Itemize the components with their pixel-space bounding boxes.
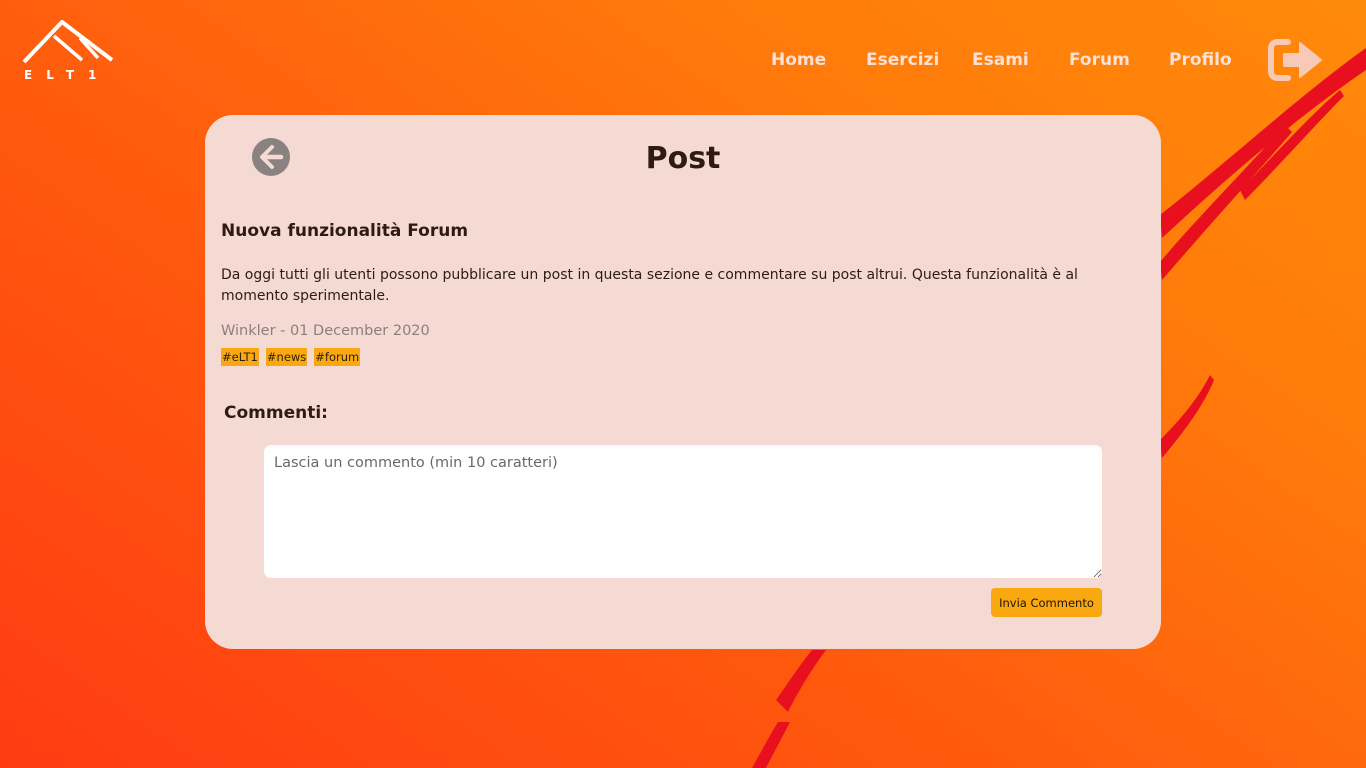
svg-text:ELT1: ELT1 [24,68,110,82]
tag-forum[interactable]: #forum [314,348,361,366]
post-tags: #eLT1 #news #forum [221,348,361,366]
nav-home-link[interactable]: Home [771,50,826,70]
post-card: Post Nuova funzionalità Forum Da oggi tu… [205,115,1161,649]
submit-comment-button[interactable]: Invia Commento [991,588,1102,617]
post-author-date: Winkler - 01 December 2020 [221,323,430,339]
nav-esercizi-link[interactable]: Esercizi [866,50,939,70]
tag-elt1[interactable]: #eLT1 [221,348,259,366]
nav-forum-link[interactable]: Forum [1069,50,1130,70]
page-title: Post [645,141,721,176]
tag-news[interactable]: #news [265,348,308,366]
comments-heading: Commenti: [224,403,328,423]
nav-profilo-link[interactable]: Profilo [1169,50,1232,70]
post-title: Nuova funzionalità Forum [221,221,469,241]
sign-out-icon[interactable] [1268,38,1324,82]
post-body: Da oggi tutti gli utenti possono pubblic… [221,267,1078,304]
elt1-logo[interactable]: ELT1 [22,18,114,82]
nav-esami-link[interactable]: Esami [972,50,1029,70]
comment-input[interactable] [264,445,1102,578]
